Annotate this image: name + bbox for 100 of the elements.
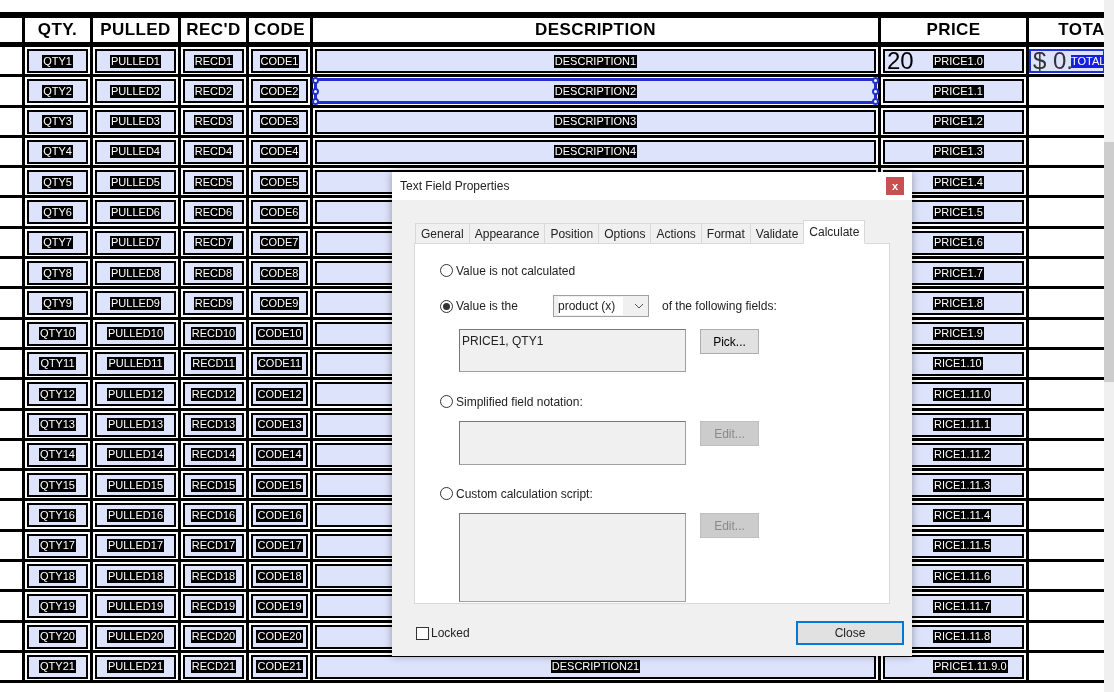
form-field[interactable]: CODE6: [251, 200, 308, 225]
form-field[interactable]: PULLED9: [95, 291, 176, 316]
script-box[interactable]: [459, 421, 686, 465]
form-field[interactable]: PULLED11: [95, 351, 176, 376]
pick-button[interactable]: Pick...: [700, 329, 759, 354]
form-field[interactable]: RECD3: [183, 109, 244, 134]
fields-box[interactable]: PRICE1, QTY1: [459, 329, 686, 372]
form-field[interactable]: RECD20: [183, 624, 244, 649]
radio-button[interactable]: [440, 487, 453, 500]
form-field[interactable]: PRICE1.2: [883, 109, 1024, 134]
dropdown[interactable]: product (x): [553, 295, 649, 317]
form-field[interactable]: CODE17: [251, 533, 308, 558]
form-field[interactable]: QTY20: [27, 624, 88, 649]
form-field[interactable]: RECD11: [183, 351, 244, 376]
form-field[interactable]: RECD14: [183, 442, 244, 467]
form-field[interactable]: DESCRIPTION3: [315, 109, 876, 134]
form-field[interactable]: PULLED1: [95, 49, 176, 73]
form-field[interactable]: CODE3: [251, 109, 308, 134]
form-field[interactable]: RECD19: [183, 594, 244, 619]
form-field[interactable]: PULLED13: [95, 412, 176, 437]
form-field[interactable]: PULLED17: [95, 533, 176, 558]
form-field[interactable]: CODE15: [251, 473, 308, 498]
form-field[interactable]: PULLED3: [95, 109, 176, 134]
radio-button[interactable]: [440, 395, 453, 408]
form-field[interactable]: QTY4: [27, 139, 88, 164]
form-field[interactable]: RECD1: [183, 49, 244, 73]
form-field[interactable]: PULLED12: [95, 382, 176, 407]
form-field[interactable]: PULLED20: [95, 624, 176, 649]
titlebar-x-button[interactable]: x: [886, 177, 904, 195]
form-field[interactable]: PRICE1.11.9.0: [883, 654, 1024, 679]
form-field[interactable]: CODE2: [251, 79, 308, 104]
form-field[interactable]: RECD5: [183, 170, 244, 195]
form-field[interactable]: RECD9: [183, 291, 244, 316]
form-field[interactable]: CODE5: [251, 170, 308, 195]
form-field[interactable]: CODE14: [251, 442, 308, 467]
form-field[interactable]: QTY10: [27, 321, 88, 346]
form-field[interactable]: RECD12: [183, 382, 244, 407]
form-field[interactable]: PRICE1.3: [883, 139, 1024, 164]
form-field[interactable]: QTY7: [27, 230, 88, 255]
form-field[interactable]: RECD17: [183, 533, 244, 558]
form-field[interactable]: QTY21: [27, 654, 88, 679]
form-field[interactable]: CODE20: [251, 624, 308, 649]
form-field[interactable]: CODE7: [251, 230, 308, 255]
form-field[interactable]: DESCRIPTION21: [315, 654, 876, 679]
form-field[interactable]: QTY19: [27, 594, 88, 619]
form-field[interactable]: RECD21: [183, 654, 244, 679]
tab[interactable]: General: [415, 223, 470, 244]
radio-button[interactable]: [440, 264, 453, 277]
form-field[interactable]: QTY6: [27, 200, 88, 225]
form-field[interactable]: PULLED10: [95, 321, 176, 346]
form-field[interactable]: PULLED6: [95, 200, 176, 225]
form-field[interactable]: QTY9: [27, 291, 88, 316]
tab[interactable]: Calculate: [803, 220, 866, 244]
form-field[interactable]: QTY17: [27, 533, 88, 558]
form-field[interactable]: PULLED19: [95, 594, 176, 619]
form-field[interactable]: CODE18: [251, 564, 308, 589]
form-field[interactable]: CODE11: [251, 351, 308, 376]
scrollbar[interactable]: [1104, 0, 1114, 692]
form-field[interactable]: QTY12: [27, 382, 88, 407]
form-field[interactable]: PULLED4: [95, 139, 176, 164]
form-field[interactable]: QTY13: [27, 412, 88, 437]
form-field[interactable]: CODE8: [251, 261, 308, 286]
form-field[interactable]: RECD18: [183, 564, 244, 589]
form-field[interactable]: CODE12: [251, 382, 308, 407]
form-field[interactable]: QTY3: [27, 109, 88, 134]
form-field[interactable]: PRICE1.1: [883, 79, 1024, 104]
form-field[interactable]: PULLED14: [95, 442, 176, 467]
form-field[interactable]: QTY18: [27, 564, 88, 589]
form-field[interactable]: PULLED18: [95, 564, 176, 589]
form-field[interactable]: CODE19: [251, 594, 308, 619]
selection-handles[interactable]: [312, 77, 319, 106]
form-field[interactable]: QTY5: [27, 170, 88, 195]
form-field[interactable]: QTY14: [27, 442, 88, 467]
form-field[interactable]: CODE16: [251, 503, 308, 528]
form-field[interactable]: QTY16: [27, 503, 88, 528]
form-field[interactable]: RECD4: [183, 139, 244, 164]
form-field[interactable]: RECD13: [183, 412, 244, 437]
form-field[interactable]: PULLED7: [95, 230, 176, 255]
form-field[interactable]: DESCRIPTION4: [315, 139, 876, 164]
form-field[interactable]: DESCRIPTION1: [315, 49, 876, 73]
form-field[interactable]: RECD7: [183, 230, 244, 255]
form-field[interactable]: QTY2: [27, 79, 88, 104]
form-field[interactable]: RECD6: [183, 200, 244, 225]
form-field[interactable]: QTY8: [27, 261, 88, 286]
form-field[interactable]: RECD2: [183, 79, 244, 104]
form-field[interactable]: CODE1: [251, 49, 308, 73]
form-field[interactable]: DESCRIPTION2: [315, 79, 876, 104]
form-field[interactable]: PULLED21: [95, 654, 176, 679]
form-field[interactable]: PULLED2: [95, 79, 176, 104]
form-field[interactable]: RECD8: [183, 261, 244, 286]
radio-button[interactable]: [440, 299, 453, 313]
form-field[interactable]: PULLED5: [95, 170, 176, 195]
form-field[interactable]: PULLED16: [95, 503, 176, 528]
selection-handles[interactable]: [872, 77, 879, 106]
form-field[interactable]: RECD15: [183, 473, 244, 498]
checkbox[interactable]: [416, 626, 429, 640]
form-field[interactable]: RECD16: [183, 503, 244, 528]
form-field[interactable]: PULLED15: [95, 473, 176, 498]
form-field[interactable]: PULLED8: [95, 261, 176, 286]
form-field[interactable]: CODE21: [251, 654, 308, 679]
